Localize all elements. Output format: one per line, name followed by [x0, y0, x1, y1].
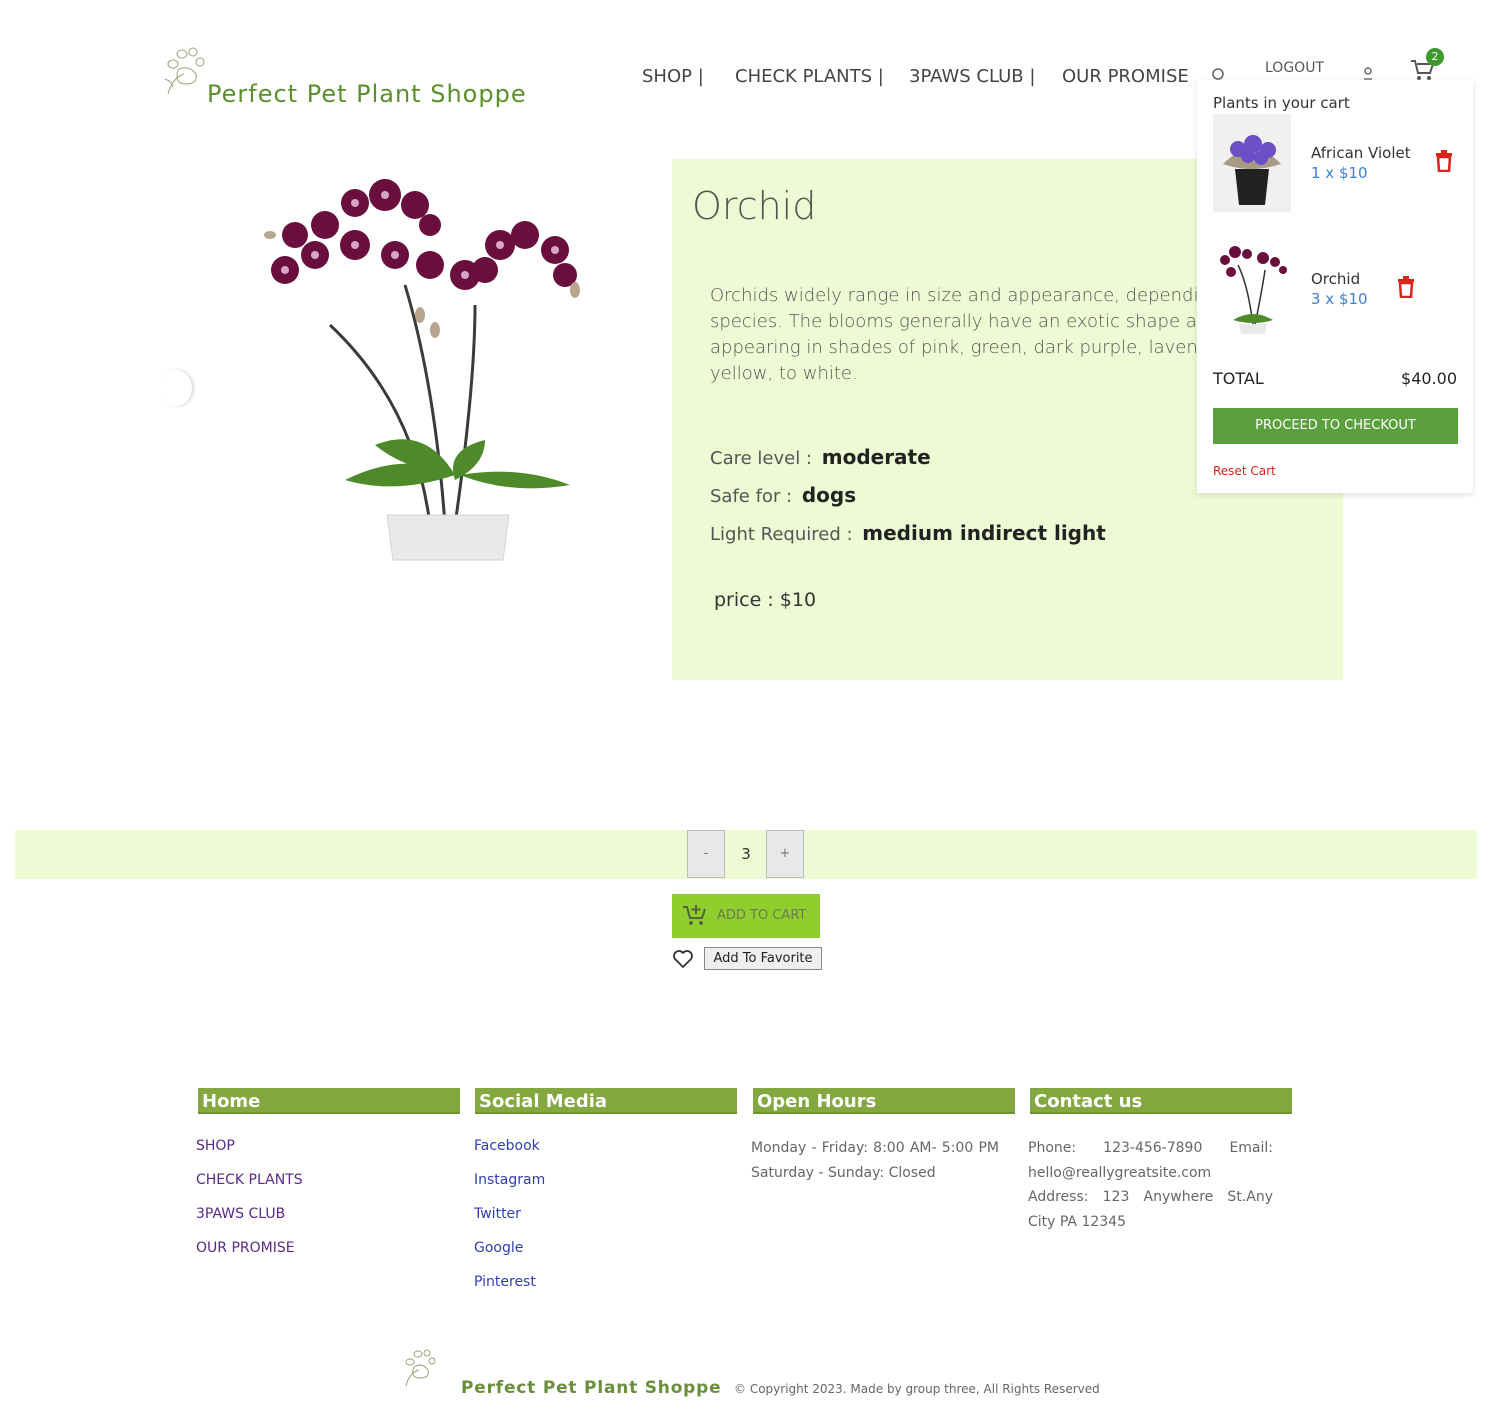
reset-cart-link[interactable]: Reset Cart [1213, 464, 1276, 478]
cart-item-quantity: 3 x $10 [1311, 290, 1368, 308]
footer-link-check-plants[interactable]: CHECK PLANTS [196, 1172, 303, 1188]
footer-heading-social: Social Media [475, 1088, 737, 1114]
trash-icon[interactable] [1397, 276, 1415, 298]
care-level-label: Care level : [710, 448, 812, 469]
footer-link-shop[interactable]: SHOP [196, 1138, 235, 1154]
copyright-text: © Copyright 2023. Made by group three, A… [734, 1382, 1100, 1396]
cart-item: Orchid 3 x $10 [1213, 240, 1465, 340]
quantity-decrease-button[interactable]: - [687, 830, 725, 878]
brand-name[interactable]: Perfect Pet Plant Shoppe [207, 80, 527, 108]
cart-count-badge: 2 [1426, 48, 1444, 66]
heart-icon[interactable] [672, 948, 694, 970]
product-price: price : $10 [714, 589, 817, 611]
orchid-thumbnail [1213, 240, 1291, 338]
light-required-value: medium indirect light [862, 521, 1106, 545]
cart-item-quantity: 1 x $10 [1311, 164, 1368, 182]
light-required-row: Light Required : medium indirect light [710, 521, 1106, 545]
care-level-value: moderate [821, 445, 931, 469]
previous-image-button[interactable] [160, 370, 192, 406]
add-to-cart-icon [683, 905, 706, 925]
paw-logo-icon[interactable] [160, 44, 210, 96]
quantity-value[interactable]: 3 [726, 830, 766, 878]
footer-link-3paws-club[interactable]: 3PAWS CLUB [196, 1206, 285, 1222]
footer-link-facebook[interactable]: Facebook [474, 1138, 540, 1154]
safe-for-label: Safe for : [710, 486, 793, 507]
footer-heading-home: Home [198, 1088, 460, 1114]
cart-item-name: Orchid [1311, 270, 1361, 288]
quantity-increase-button[interactable]: + [766, 830, 804, 878]
nav-our-promise[interactable]: OUR PROMISE [1062, 66, 1189, 87]
nav-check-plants[interactable]: CHECK PLANTS | [735, 66, 884, 87]
footer-heading-hours: Open Hours [753, 1088, 1015, 1114]
cart-dropdown: Plants in your cart African Violet 1 x $… [1197, 80, 1473, 493]
light-required-label: Light Required : [710, 524, 853, 545]
cart-total-label: TOTAL [1213, 369, 1264, 388]
user-icon[interactable] [1361, 66, 1375, 80]
footer-link-instagram[interactable]: Instagram [474, 1172, 545, 1188]
logout-link[interactable]: LOGOUT [1265, 60, 1324, 76]
nav-3paws-club[interactable]: 3PAWS CLUB | [909, 66, 1035, 87]
add-to-cart-label: ADD TO CART [717, 908, 807, 923]
product-title: Orchid [692, 184, 817, 228]
add-to-cart-button[interactable]: ADD TO CART [672, 894, 820, 938]
safe-for-value: dogs [801, 483, 857, 507]
orchid-product-image [264, 179, 580, 561]
trash-icon[interactable] [1435, 150, 1453, 172]
cart-item: African Violet 1 x $10 [1213, 114, 1465, 214]
cart-item-name: African Violet [1311, 144, 1411, 162]
footer-link-google[interactable]: Google [474, 1240, 523, 1256]
safe-for-row: Safe for : dogs [710, 483, 856, 507]
care-level-row: Care level : moderate [710, 445, 931, 469]
footer-paw-logo-icon [405, 1349, 436, 1387]
add-to-favorite-button[interactable]: Add To Favorite [704, 947, 822, 970]
cart-total-value: $40.00 [1401, 369, 1457, 388]
footer-heading-contact: Contact us [1030, 1088, 1292, 1114]
footer-link-twitter[interactable]: Twitter [474, 1206, 521, 1222]
footer-link-our-promise[interactable]: OUR PROMISE [196, 1240, 295, 1256]
african-violet-thumbnail [1213, 114, 1291, 212]
footer-link-pinterest[interactable]: Pinterest [474, 1274, 536, 1290]
contact-text: Phone: 123-456-7890 Email: hello@reallyg… [1028, 1140, 1273, 1230]
cart-title: Plants in your cart [1213, 94, 1350, 112]
open-hours-text: Monday - Friday: 8:00 AM- 5:00 PM Saturd… [751, 1140, 999, 1181]
nav-shop[interactable]: SHOP | [642, 66, 704, 87]
proceed-to-checkout-button[interactable]: PROCEED TO CHECKOUT [1213, 408, 1458, 444]
footer-brand-name: Perfect Pet Plant Shoppe [461, 1378, 722, 1398]
